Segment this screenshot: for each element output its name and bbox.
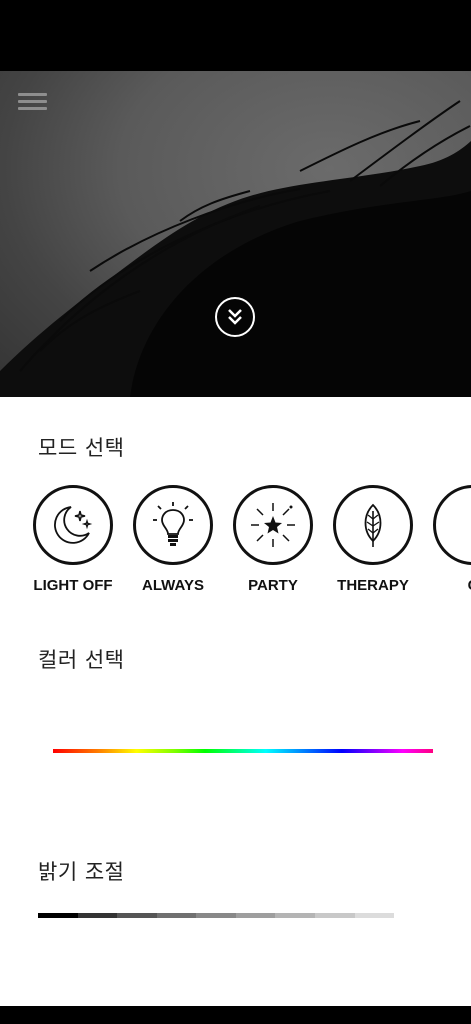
brightness-segment[interactable]: [354, 913, 395, 918]
brightness-segment[interactable]: [314, 913, 355, 918]
sparkle-star-icon: [251, 503, 295, 547]
mode-label: LIGHT OFF: [33, 577, 113, 594]
brightness-segment[interactable]: [117, 913, 157, 918]
mode-light-off[interactable]: LIGHT OFF: [23, 485, 123, 594]
mode-list: LIGHT OFF ALWAYS PARTY THERAPY: [0, 485, 471, 605]
brightness-segment[interactable]: [196, 913, 236, 918]
color-slider[interactable]: [53, 749, 433, 753]
brightness-section-title: 밝기 조절: [38, 860, 125, 884]
mode-label: THERAPY: [337, 577, 409, 594]
leaf-icon: [364, 503, 382, 547]
mode-always[interactable]: ALWAYS: [123, 485, 223, 594]
moon-stars-icon: [54, 506, 93, 544]
mode-party[interactable]: PARTY: [223, 485, 323, 594]
partial-mode-icon: [433, 485, 471, 565]
brightness-segment[interactable]: [156, 913, 197, 918]
brightness-segment[interactable]: [38, 913, 78, 918]
mode-label: ALWAYS: [142, 577, 204, 594]
hamburger-menu-icon[interactable]: [18, 93, 47, 111]
mode-partial[interactable]: C: [423, 485, 471, 594]
mode-label: C: [423, 577, 471, 594]
mode-section-title: 모드 선택: [38, 436, 125, 460]
status-bar: [0, 0, 471, 71]
hair-silhouette-image: [0, 100, 471, 397]
hero-image: [0, 71, 471, 397]
brightness-segment[interactable]: [235, 913, 276, 918]
chevron-double-down-icon[interactable]: [215, 297, 255, 337]
brightness-slider[interactable]: [38, 913, 395, 918]
control-panel: 모드 선택 LIGHT OFF ALWAYS PARTY THERAPY 컬러 …: [0, 397, 471, 1006]
brightness-segment[interactable]: [275, 913, 315, 918]
mode-therapy[interactable]: THERAPY: [323, 485, 423, 594]
navigation-bar: [0, 1006, 471, 1024]
brightness-segment[interactable]: [77, 913, 118, 918]
mode-label: PARTY: [248, 577, 298, 594]
color-section-title: 컬러 선택: [38, 648, 125, 672]
lightbulb-icon: [153, 502, 193, 546]
